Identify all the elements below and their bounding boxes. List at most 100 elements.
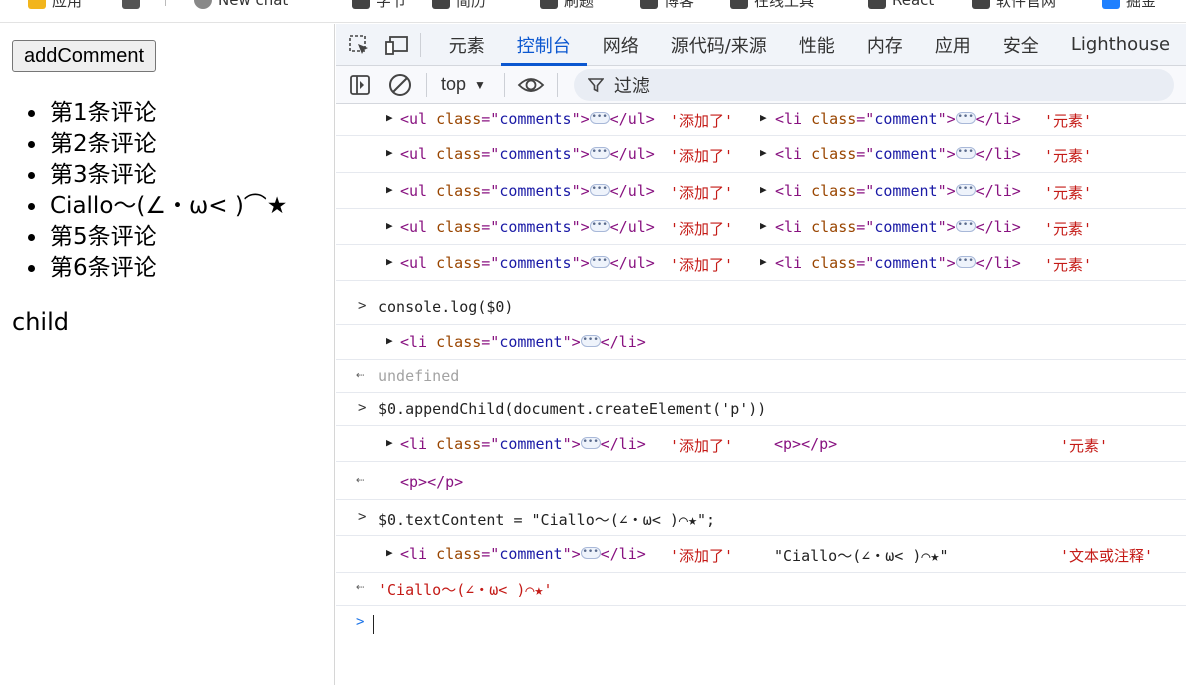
comment-item: 第6条评论 [48, 253, 287, 284]
tab-sources[interactable]: 源代码/来源 [655, 24, 783, 66]
text-node-preview[interactable]: "Ciallo～(∠・ω< )⌒★" [774, 545, 949, 566]
tab-console[interactable]: 控制台 [500, 24, 587, 66]
console-log-row[interactable]: ▶ <li class="comment"> ••• </li> [336, 325, 1186, 360]
ul-element-preview[interactable]: <ul class="comments"> ••• </ul> [400, 145, 655, 163]
ellipsis-icon[interactable]: ••• [580, 546, 601, 559]
ellipsis-icon[interactable]: ••• [955, 146, 976, 159]
expand-triangle-icon[interactable]: ▶ [386, 146, 393, 159]
sidebar-toggle-icon[interactable] [340, 67, 380, 103]
ellipsis-icon[interactable]: ••• [955, 219, 976, 232]
bookmark-juejin[interactable]: 掘金 [1102, 0, 1156, 11]
li-element-preview[interactable]: <li class="comment"> ••• </li> [775, 145, 1021, 163]
bookmark-folder-3[interactable]: 刷题 [540, 0, 594, 11]
console-result-row[interactable]: ⇠ 'Ciallo～(∠・ω< )⌒★' [336, 573, 1186, 606]
bookmark-grid[interactable] [122, 0, 140, 11]
ul-element-preview[interactable]: <ul class="comments"> ••• </ul> [400, 254, 655, 272]
console-log-row[interactable]: ▶ <li class="comment"> ••• </li> '添加了' "Ci… [336, 536, 1186, 573]
li-element-preview[interactable]: <li class="comment"> ••• </li> [775, 182, 1021, 200]
console-input-row[interactable]: > console.log($0) [336, 291, 1186, 325]
ellipsis-icon[interactable]: ••• [589, 146, 610, 159]
apps-grid-icon [28, 0, 46, 9]
context-label: top [441, 74, 467, 94]
li-element-preview[interactable]: <li class="comment"> ••• </li> [775, 110, 1021, 128]
console-log-row[interactable]: ▶ <ul class="comments"> ••• </ul> '添加了' ▶ … [336, 173, 1186, 209]
bookmark-folder-4[interactable]: 博客 [640, 0, 694, 11]
juejin-icon [1102, 0, 1120, 9]
context-selector[interactable]: top ▼ [433, 74, 498, 95]
toolbar-separator [556, 72, 558, 97]
ellipsis-icon[interactable]: ••• [589, 255, 610, 268]
tab-lighthouse[interactable]: Lighthouse [1055, 24, 1186, 66]
expand-triangle-icon[interactable]: ▶ [386, 183, 393, 196]
comment-item: Ciallo～(∠・ω< )⌒★ [48, 191, 287, 222]
ellipsis-icon[interactable]: ••• [955, 111, 976, 124]
tab-elements[interactable]: 元素 [433, 24, 501, 66]
comment-item: 第3条评论 [48, 160, 287, 191]
tab-memory[interactable]: 内存 [851, 24, 919, 66]
expand-triangle-icon[interactable]: ▶ [760, 183, 767, 196]
li-element-preview[interactable]: <li class="comment"> ••• </li> [775, 254, 1021, 272]
chevron-down-icon: ▼ [474, 77, 486, 92]
console-input-row[interactable]: > $0.textContent = "Ciallo～(∠・ω< )⌒★"; [336, 500, 1186, 536]
console-log-row[interactable]: ▶ <ul class="comments"> ••• </ul> '添加了' ▶ … [336, 245, 1186, 281]
console-result-row[interactable]: ⇠ undefined [336, 360, 1186, 393]
li-element-preview[interactable]: <li class="comment"> ••• </li> [400, 435, 646, 453]
p-element-preview[interactable]: <p></p> [774, 435, 837, 453]
bookmark-folder-6[interactable]: React [868, 0, 934, 11]
expand-triangle-icon[interactable]: ▶ [760, 219, 767, 232]
bookmark-new-chat[interactable]: New chat [194, 0, 288, 11]
add-comment-button[interactable]: addComment [12, 40, 156, 72]
ellipsis-icon[interactable]: ••• [955, 255, 976, 268]
ul-element-preview[interactable]: <ul class="comments"> ••• </ul> [400, 182, 655, 200]
comment-item: 第5条评论 [48, 222, 287, 253]
ellipsis-icon[interactable]: ••• [580, 436, 601, 449]
tab-performance[interactable]: 性能 [783, 24, 851, 66]
li-element-preview[interactable]: <li class="comment"> ••• </li> [775, 218, 1021, 236]
p-element-result[interactable]: <p></p> [400, 473, 463, 491]
live-expression-eye-icon[interactable] [511, 67, 551, 103]
console-log-row[interactable]: ▶ <ul class="comments"> ••• </ul> '添加了' ▶ … [336, 209, 1186, 245]
ellipsis-icon[interactable]: ••• [589, 183, 610, 196]
li-element-preview[interactable]: <li class="comment"> ••• </li> [400, 333, 646, 351]
filter-input[interactable]: 过滤 [573, 68, 1174, 101]
ul-element-preview[interactable]: <ul class="comments"> ••• </ul> [400, 218, 655, 236]
console-log-row[interactable]: ▶ <ul class="comments"> ••• </ul> '添加了' ▶ … [336, 104, 1186, 136]
expand-triangle-icon[interactable]: ▶ [386, 111, 393, 124]
tab-security[interactable]: 安全 [987, 24, 1055, 66]
console-output[interactable]: ▶ <ul class="comments"> ••• </ul> '添加了' ▶ … [336, 104, 1186, 685]
expand-triangle-icon[interactable]: ▶ [760, 255, 767, 268]
console-log-row[interactable]: ▶ <ul class="comments"> ••• </ul> '添加了' ▶ … [336, 136, 1186, 173]
console-input-row[interactable]: > $0.appendChild(document.createElement(… [336, 393, 1186, 426]
li-element-preview[interactable]: <li class="comment"> ••• </li> [400, 545, 646, 563]
expand-triangle-icon[interactable]: ▶ [386, 334, 393, 347]
console-log-row[interactable]: ▶ <li class="comment"> ••• </li> '添加了' <p>… [336, 426, 1186, 462]
bookmark-apps[interactable]: 应用 [28, 0, 82, 11]
ellipsis-icon[interactable]: ••• [580, 334, 601, 347]
filter-funnel-icon [587, 77, 604, 92]
bookmark-folder-7[interactable]: 软件官网 [972, 0, 1056, 11]
ellipsis-icon[interactable]: ••• [589, 111, 610, 124]
ellipsis-icon[interactable]: ••• [589, 219, 610, 232]
bookmark-folder-1[interactable]: 字节 [352, 0, 406, 11]
expand-triangle-icon[interactable]: ▶ [386, 546, 393, 559]
tab-network[interactable]: 网络 [587, 24, 655, 66]
console-result-row[interactable]: ⇠ <p></p> [336, 462, 1186, 500]
ellipsis-icon[interactable]: ••• [955, 183, 976, 196]
inspect-element-icon[interactable] [340, 25, 378, 65]
expand-triangle-icon[interactable]: ▶ [760, 111, 767, 124]
expand-triangle-icon[interactable]: ▶ [386, 255, 393, 268]
toolbar-separator [503, 72, 505, 97]
expand-triangle-icon[interactable]: ▶ [386, 219, 393, 232]
tab-application[interactable]: 应用 [919, 24, 987, 66]
expand-triangle-icon[interactable]: ▶ [386, 436, 393, 449]
return-arrow-icon: ⇠ [356, 579, 365, 595]
filter-placeholder: 过滤 [613, 75, 650, 97]
console-prompt[interactable]: > [336, 606, 1186, 685]
folder-icon [730, 0, 748, 9]
ul-element-preview[interactable]: <ul class="comments"> ••• </ul> [400, 110, 655, 128]
device-toolbar-icon[interactable] [378, 25, 416, 65]
clear-console-icon[interactable] [380, 67, 420, 103]
bookmark-folder-5[interactable]: 在线工具 [730, 0, 814, 11]
bookmark-folder-2[interactable]: 简历 [432, 0, 486, 11]
expand-triangle-icon[interactable]: ▶ [760, 146, 767, 159]
